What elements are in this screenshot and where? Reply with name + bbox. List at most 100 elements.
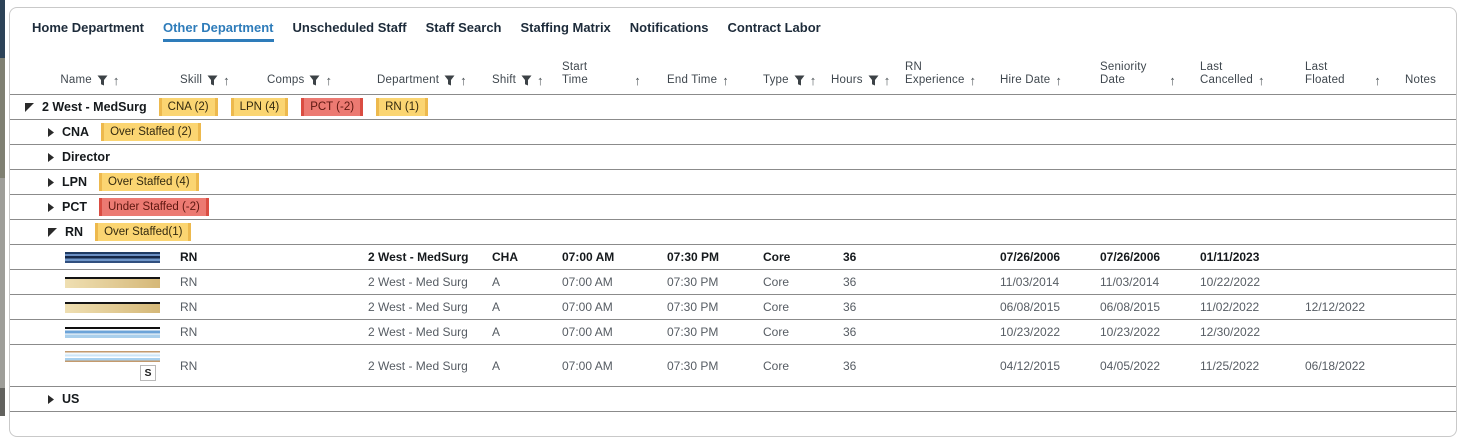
skill-group-row-us[interactable]: US [10, 387, 1456, 412]
column-header-start-time[interactable]: Start Time ↑ [550, 61, 655, 87]
status-badge: Over Staffed (4) [99, 173, 199, 191]
cell-shift: CHA [477, 250, 550, 264]
staff-name-redacted [10, 252, 170, 263]
tab-contract-labor[interactable]: Contract Labor [728, 20, 821, 42]
staff-row[interactable]: RN 2 West - Med Surg A 07:00 AM 07:30 PM… [10, 270, 1456, 295]
filter-icon[interactable] [97, 75, 108, 87]
cell-skill: RN [170, 250, 258, 264]
cell-type: Core [755, 359, 825, 373]
skill-group-row-rn[interactable]: RN Over Staffed(1) [10, 220, 1456, 245]
sort-ascending-icon[interactable]: ↑ [113, 75, 120, 87]
cell-hire-date: 11/03/2014 [990, 275, 1090, 289]
staff-row[interactable]: RN 2 West - MedSurg CHA 07:00 AM 07:30 P… [10, 245, 1456, 270]
cell-hire-date: 04/12/2015 [990, 359, 1090, 373]
cell-seniority-date: 11/03/2014 [1090, 275, 1190, 289]
sort-ascending-icon[interactable]: ↑ [1055, 75, 1062, 87]
skill-group-row-director[interactable]: Director [10, 145, 1456, 170]
expand-icon[interactable] [48, 203, 54, 212]
cell-last-cancelled: 11/25/2022 [1190, 359, 1293, 373]
department-badges: CNA (2) LPN (4) PCT (-2) RN (1) [159, 98, 428, 116]
column-header-skill[interactable]: Skill ↑ [170, 74, 258, 87]
cell-type: Core [755, 250, 825, 264]
cell-shift: A [477, 359, 550, 373]
department-group-row[interactable]: 2 West - MedSurg CNA (2) LPN (4) PCT (-2… [10, 95, 1456, 120]
cell-type: Core [755, 300, 825, 314]
expand-icon[interactable] [48, 178, 54, 187]
cell-last-floated: 12/12/2022 [1293, 300, 1395, 314]
cell-shift: A [477, 325, 550, 339]
sort-ascending-icon[interactable]: ↑ [325, 75, 332, 87]
cell-start-time: 07:00 AM [550, 250, 655, 264]
left-edge-scrollbar[interactable] [0, 178, 5, 388]
collapse-icon[interactable] [25, 103, 34, 112]
expand-icon[interactable] [48, 128, 54, 137]
column-header-hours[interactable]: Hours ↑ [825, 74, 895, 87]
filter-icon[interactable] [794, 75, 805, 87]
cell-type: Core [755, 275, 825, 289]
skill-group-name: CNA [62, 125, 89, 139]
column-header-name[interactable]: Name ↑ [10, 74, 170, 87]
column-header-last-cancelled[interactable]: Last Cancelled ↑ [1190, 61, 1293, 87]
staff-row[interactable]: RN 2 West - Med Surg A 07:00 AM 07:30 PM… [10, 295, 1456, 320]
filter-icon[interactable] [207, 75, 218, 87]
filter-icon[interactable] [309, 75, 320, 87]
collapse-icon[interactable] [48, 228, 57, 237]
staff-row[interactable]: RN 2 West - Med Surg A 07:00 AM 07:30 PM… [10, 320, 1456, 345]
sort-ascending-icon[interactable]: ↑ [970, 75, 977, 87]
tab-staffing-matrix[interactable]: Staffing Matrix [521, 20, 611, 42]
expand-icon[interactable] [48, 153, 54, 162]
cell-hours: 36 [825, 250, 895, 264]
cell-hire-date: 06/08/2015 [990, 300, 1090, 314]
filter-icon[interactable] [444, 75, 455, 87]
column-header-type[interactable]: Type ↑ [755, 74, 825, 87]
sort-ascending-icon[interactable]: ↑ [1374, 75, 1381, 87]
cell-department: 2 West - Med Surg [368, 275, 477, 289]
sort-ascending-icon[interactable]: ↑ [1258, 75, 1265, 87]
skill-group-row-lpn[interactable]: LPN Over Staffed (4) [10, 170, 1456, 195]
column-header-seniority-date[interactable]: Seniority Date ↑ [1090, 61, 1190, 87]
column-header-comps[interactable]: Comps ↑ [258, 74, 368, 87]
tab-staff-search[interactable]: Staff Search [426, 20, 502, 42]
status-badge: Under Staffed (-2) [99, 198, 209, 216]
tab-notifications[interactable]: Notifications [630, 20, 709, 42]
column-header-end-time[interactable]: End Time ↑ [655, 74, 755, 87]
sort-ascending-icon[interactable]: ↑ [722, 75, 729, 87]
cell-hours: 36 [825, 275, 895, 289]
staffing-panel: Home Department Other Department Unsched… [9, 7, 1457, 437]
cell-hours: 36 [825, 300, 895, 314]
expand-icon[interactable] [48, 395, 54, 404]
cell-end-time: 07:30 PM [655, 359, 755, 373]
column-header-last-floated[interactable]: Last Floated ↑ [1293, 61, 1395, 87]
sort-ascending-icon[interactable]: ↑ [460, 75, 467, 87]
sort-ascending-icon[interactable]: ↑ [634, 75, 641, 87]
filter-icon[interactable] [868, 75, 879, 87]
cell-skill: RN [170, 325, 258, 339]
filter-icon[interactable] [521, 75, 532, 87]
sort-ascending-icon[interactable]: ↑ [537, 75, 544, 87]
redacted-name-bar [65, 277, 160, 288]
redacted-name-bar [65, 252, 160, 263]
cell-start-time: 07:00 AM [550, 275, 655, 289]
column-header-department[interactable]: Department ↑ [368, 74, 477, 87]
staff-name-redacted [10, 327, 170, 338]
sort-ascending-icon[interactable]: ↑ [884, 75, 891, 87]
left-edge-strip-navy [0, 0, 5, 58]
sort-ascending-icon[interactable]: ↑ [223, 75, 230, 87]
skill-group-row-pct[interactable]: PCT Under Staffed (-2) [10, 195, 1456, 220]
column-header-shift[interactable]: Shift ↑ [477, 74, 550, 87]
cell-skill: RN [170, 275, 258, 289]
cell-department: 2 West - Med Surg [368, 359, 477, 373]
tab-unscheduled-staff[interactable]: Unscheduled Staff [293, 20, 407, 42]
cell-department: 2 West - Med Surg [368, 325, 477, 339]
tab-home-department[interactable]: Home Department [32, 20, 144, 42]
column-header-hire-date[interactable]: Hire Date ↑ [990, 74, 1090, 87]
tab-bar: Home Department Other Department Unsched… [10, 8, 1456, 42]
sort-ascending-icon[interactable]: ↑ [1169, 75, 1176, 87]
cell-hire-date: 10/23/2022 [990, 325, 1090, 339]
tab-other-department[interactable]: Other Department [163, 20, 274, 42]
cell-end-time: 07:30 PM [655, 325, 755, 339]
staff-row[interactable]: S RN 2 West - Med Surg A 07:00 AM 07:30 … [10, 345, 1456, 387]
column-header-rn-experience[interactable]: RN Experience ↑ [895, 61, 990, 87]
skill-group-row-cna[interactable]: CNA Over Staffed (2) [10, 120, 1456, 145]
sort-ascending-icon[interactable]: ↑ [810, 75, 817, 87]
